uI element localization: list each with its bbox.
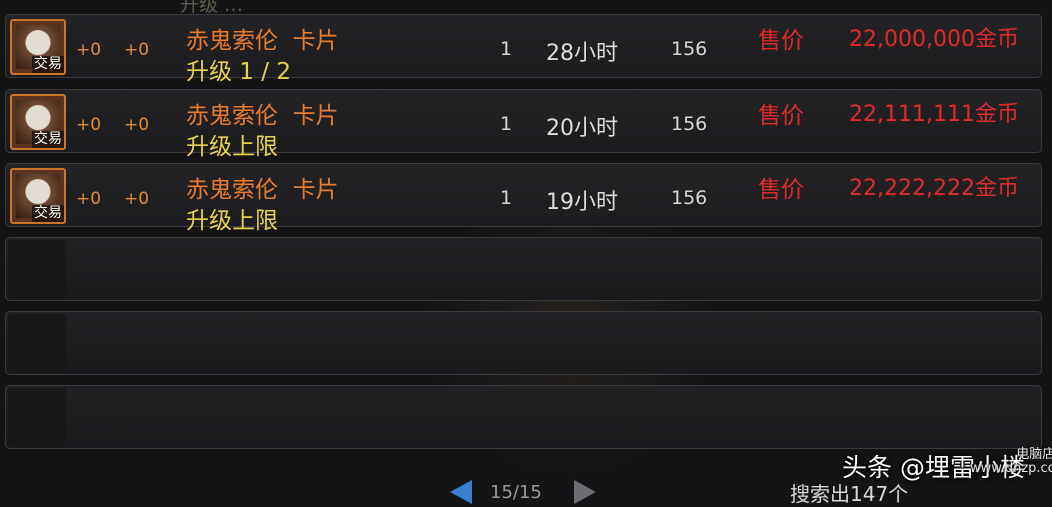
price-label: 售价 — [758, 177, 804, 203]
item-quantity: 1 — [500, 187, 513, 209]
empty-listing-row — [5, 237, 1042, 301]
reinforce-value: +0 — [76, 189, 102, 209]
item-name: 赤鬼索伦 卡片 — [186, 177, 339, 203]
card-icon[interactable]: 交易 — [10, 94, 66, 150]
watermark-site-url: www.dnzp.com — [970, 461, 1052, 476]
reinforce-value: +0 — [76, 40, 102, 60]
item-level: 156 — [671, 38, 708, 60]
price-label: 售价 — [758, 28, 804, 54]
arrow-left-icon[interactable] — [450, 480, 472, 504]
amplify-value: +0 — [124, 40, 150, 60]
time-remaining: 20小时 — [546, 116, 618, 141]
item-level: 156 — [671, 187, 708, 209]
trade-tag: 交易 — [32, 56, 64, 73]
listing-row[interactable]: 交易 +0 +0 赤鬼索伦 卡片 升级上限 1 20小时 156 售价 22,1… — [5, 89, 1042, 160]
item-price: 22,111,111金币 — [849, 102, 1019, 127]
auction-list: 升级 … 交易 +0 +0 赤鬼索伦 卡片 升级 1 / 2 1 28小时 15… — [0, 0, 1052, 494]
arrow-right-icon[interactable] — [574, 480, 596, 504]
upgrade-status: 升级上限 — [186, 134, 278, 160]
price-label: 售价 — [758, 103, 804, 129]
empty-slot — [8, 240, 66, 298]
listing-row[interactable]: 交易 +0 +0 赤鬼索伦 卡片 升级 1 / 2 1 28小时 156 售价 … — [5, 14, 1042, 85]
trade-tag: 交易 — [32, 205, 64, 222]
reinforce-value: +0 — [76, 115, 102, 135]
listing-row[interactable]: 交易 +0 +0 赤鬼索伦 卡片 升级上限 1 19小时 156 售价 22,2… — [5, 163, 1042, 234]
pagination: 15/15 — [438, 476, 618, 506]
trade-tag: 交易 — [32, 131, 64, 148]
item-price: 22,222,222金币 — [849, 176, 1019, 201]
time-remaining: 28小时 — [546, 41, 618, 66]
amplify-value: +0 — [124, 115, 150, 135]
page-number: 15/15 — [490, 482, 542, 503]
amplify-value: +0 — [124, 189, 150, 209]
empty-listing-row — [5, 385, 1042, 449]
item-level: 156 — [671, 113, 708, 135]
item-name: 赤鬼索伦 卡片 — [186, 28, 339, 54]
item-name: 赤鬼索伦 卡片 — [186, 103, 339, 129]
card-icon[interactable]: 交易 — [10, 19, 66, 75]
empty-listing-row — [5, 311, 1042, 375]
empty-slot — [8, 388, 66, 446]
empty-slot — [8, 314, 66, 372]
time-remaining: 19小时 — [546, 190, 618, 215]
card-icon[interactable]: 交易 — [10, 168, 66, 224]
watermark-site: 电脑店网 www.dnzp.com — [970, 448, 1052, 476]
item-quantity: 1 — [500, 113, 513, 135]
upgrade-status: 升级 1 / 2 — [186, 59, 291, 85]
upgrade-status: 升级上限 — [186, 208, 278, 234]
watermark-site-name: 电脑店网 — [1016, 447, 1052, 462]
item-quantity: 1 — [500, 38, 513, 60]
item-price: 22,000,000金币 — [849, 27, 1019, 52]
